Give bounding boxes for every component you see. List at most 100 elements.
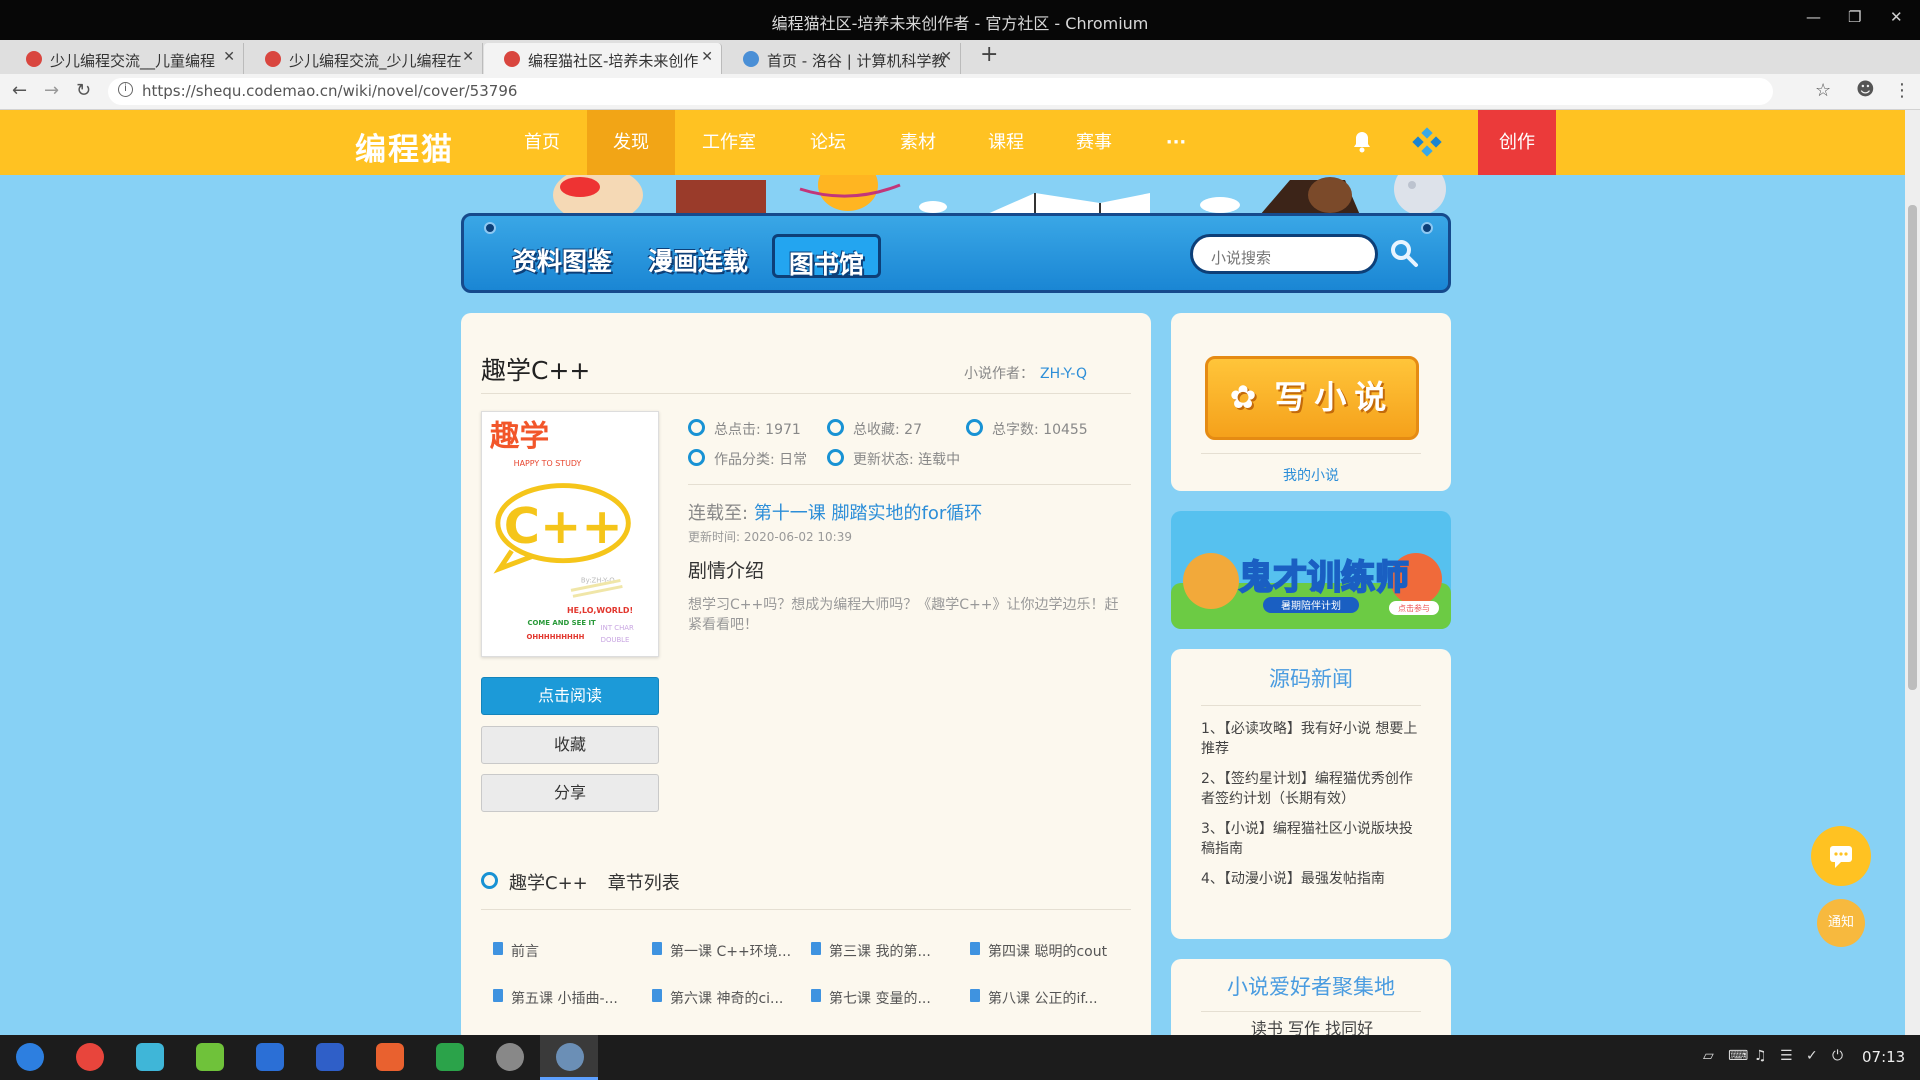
wps-writer-icon[interactable] bbox=[316, 1043, 344, 1071]
chapter-link[interactable]: 第七课 变量的... bbox=[811, 988, 931, 1008]
new-tab-icon[interactable]: + bbox=[980, 42, 998, 67]
browser-tab-1[interactable]: 少儿编程交流__儿童编程 ✕ bbox=[6, 43, 244, 74]
divider bbox=[1201, 1011, 1421, 1012]
nav-forum[interactable]: 论坛 bbox=[790, 110, 866, 175]
minimize-icon[interactable]: — bbox=[1806, 8, 1821, 26]
nav-more[interactable]: ··· bbox=[1148, 110, 1204, 175]
novel-detail-panel: 趣学C++ 小说作者： ZH-Y-Q 趣学 HAPPY TO STUDY C++ … bbox=[461, 313, 1151, 1035]
browser-tab-2[interactable]: 少儿编程交流_少儿编程在 ✕ bbox=[245, 43, 483, 74]
search-icon[interactable] bbox=[1389, 238, 1419, 268]
tab-close-icon[interactable]: ✕ bbox=[462, 49, 474, 65]
tab-close-icon[interactable]: ✕ bbox=[701, 49, 713, 65]
notify-fab[interactable]: 通知 bbox=[1817, 899, 1865, 947]
news-item[interactable]: 2、【签约星计划】编程猫优秀创作者签约计划（长期有效） bbox=[1201, 769, 1423, 809]
create-button[interactable]: 创作 bbox=[1478, 110, 1556, 175]
forward-icon[interactable]: → bbox=[44, 80, 59, 101]
collect-button[interactable]: 收藏 bbox=[481, 726, 659, 764]
account-icon[interactable]: ☻ bbox=[1856, 79, 1875, 100]
screen-recorder-icon[interactable] bbox=[76, 1043, 104, 1071]
tab-close-icon[interactable]: ✕ bbox=[223, 49, 235, 65]
nav-material[interactable]: 素材 bbox=[880, 110, 956, 175]
read-button[interactable]: 点击阅读 bbox=[481, 677, 659, 715]
app-store-icon[interactable] bbox=[136, 1043, 164, 1071]
novel-cover[interactable]: 趣学 HAPPY TO STUDY C++ By:ZH-Y-Q HE,LO,WO… bbox=[481, 411, 659, 657]
codemao-favicon-icon bbox=[26, 51, 42, 67]
share-button[interactable]: 分享 bbox=[481, 774, 659, 812]
launcher-icon[interactable] bbox=[16, 1043, 44, 1071]
cover-title-text: 趣学 bbox=[490, 418, 549, 453]
browser-tab-3-active[interactable]: 编程猫社区-培养未来创作 ✕ bbox=[484, 43, 722, 74]
news-item[interactable]: 3、【小说】编程猫社区小说版块投稿指南 bbox=[1201, 819, 1423, 859]
wps-spreadsheet-icon[interactable] bbox=[436, 1043, 464, 1071]
bookmark-star-icon[interactable]: ☆ bbox=[1815, 80, 1831, 101]
keyboard-icon[interactable]: ⌨ bbox=[1728, 1048, 1748, 1064]
news-item[interactable]: 4、【动漫小说】最强发帖指南 bbox=[1201, 869, 1423, 889]
latest-chapter-link[interactable]: 第十一课 脚踏实地的for循环 bbox=[754, 503, 982, 524]
chromium-icon[interactable] bbox=[556, 1043, 584, 1071]
author-label: 小说作者： bbox=[964, 366, 1034, 382]
video-player-icon[interactable] bbox=[256, 1043, 284, 1071]
chapter-book-name: 趣学C++ bbox=[509, 873, 588, 894]
power-icon[interactable]: ⏻ bbox=[1832, 1048, 1843, 1064]
menu-kebab-icon[interactable]: ⋮ bbox=[1893, 80, 1911, 101]
site-logo[interactable]: 编程猫 bbox=[355, 124, 454, 169]
tab-comics[interactable]: 漫画连载 bbox=[634, 234, 762, 278]
nav-home[interactable]: 首页 bbox=[508, 110, 576, 175]
tab-library[interactable]: 图书馆 bbox=[772, 234, 882, 279]
chapter-link[interactable]: 第一课 C++环境... bbox=[652, 941, 791, 961]
notification-bell-icon[interactable] bbox=[1352, 131, 1372, 153]
author-link[interactable]: ZH-Y-Q bbox=[1040, 366, 1087, 382]
chat-fab[interactable] bbox=[1811, 826, 1871, 886]
settings-gear-icon[interactable] bbox=[496, 1043, 524, 1071]
restore-icon[interactable]: ❐ bbox=[1848, 8, 1861, 26]
back-icon[interactable]: ← bbox=[12, 80, 27, 101]
wps-presentation-icon[interactable] bbox=[376, 1043, 404, 1071]
network-icon[interactable]: ✓ bbox=[1806, 1048, 1818, 1064]
my-novel-link[interactable]: 我的小说 bbox=[1171, 465, 1451, 485]
tab-close-icon[interactable]: ✕ bbox=[940, 49, 952, 65]
write-novel-card: ✿ 写小说 我的小说 bbox=[1171, 313, 1451, 491]
page-viewport: 编程猫 首页 发现 工作室 论坛 素材 课程 赛事 ··· 创作 资料图鉴 漫画… bbox=[0, 110, 1905, 1035]
tab-encyclopedia[interactable]: 资料图鉴 bbox=[498, 234, 626, 278]
browser-tab-4[interactable]: 首页 - 洛谷 | 计算机科学教 ✕ bbox=[723, 43, 961, 74]
tab-title: 少儿编程交流__儿童编程 bbox=[50, 52, 216, 70]
divider bbox=[481, 393, 1131, 394]
chapter-link[interactable]: 第五课 小插曲-... bbox=[493, 988, 618, 1008]
chapter-link[interactable]: 第三课 我的第... bbox=[811, 941, 931, 961]
news-title: 源码新闻 bbox=[1269, 667, 1353, 691]
plot-text: 想学习C++吗？想成为编程大师吗？《趣学C++》让你边学边乐！赶紧看看吧！ bbox=[688, 597, 1119, 633]
nav-discover[interactable]: 发现 bbox=[587, 110, 675, 175]
scrollbar-thumb[interactable] bbox=[1908, 205, 1917, 690]
close-window-icon[interactable]: ✕ bbox=[1890, 8, 1903, 26]
news-item[interactable]: 1、【必读攻略】我有好小说 想要上推荐 bbox=[1201, 719, 1423, 759]
user-avatar-icon[interactable] bbox=[1412, 127, 1442, 157]
divider bbox=[1201, 453, 1421, 454]
volume-icon[interactable]: ♫ bbox=[1754, 1048, 1767, 1064]
fans-title: 小说爱好者聚集地 bbox=[1227, 975, 1395, 999]
nav-course[interactable]: 课程 bbox=[968, 110, 1044, 175]
wifi-icon[interactable]: ☰ bbox=[1780, 1048, 1793, 1064]
chapter-link[interactable]: 前言 bbox=[493, 941, 539, 961]
chapter-link[interactable]: 第六课 神奇的ci... bbox=[652, 988, 783, 1008]
fans-links[interactable]: 读书 写作 找同好 bbox=[1201, 1019, 1423, 1035]
bluetooth-icon[interactable]: ▱ bbox=[1703, 1048, 1714, 1064]
divider bbox=[481, 909, 1131, 910]
reload-icon[interactable]: ↻ bbox=[76, 80, 91, 101]
novel-search-input[interactable] bbox=[1190, 234, 1378, 274]
url-field[interactable]: i https://shequ.codemao.cn/wiki/novel/co… bbox=[108, 78, 1773, 105]
nav-studio[interactable]: 工作室 bbox=[690, 110, 768, 175]
site-info-icon[interactable]: i bbox=[118, 82, 133, 97]
cover-come-text: COME AND SEE IT bbox=[527, 619, 596, 627]
tab-title: 编程猫社区-培养未来创作 bbox=[528, 52, 699, 70]
chapter-link[interactable]: 第八课 公正的if... bbox=[970, 988, 1098, 1008]
url-text: https://shequ.codemao.cn/wiki/novel/cove… bbox=[142, 82, 518, 100]
page-scrollbar[interactable] bbox=[1905, 110, 1920, 1035]
chapter-link[interactable]: 第四课 聪明的cout bbox=[970, 941, 1107, 961]
serial-label: 连载至: bbox=[688, 503, 749, 524]
chat-icon bbox=[1830, 846, 1852, 868]
music-player-icon[interactable] bbox=[196, 1043, 224, 1071]
training-camp-banner[interactable]: 鬼才训练师 暑期陪伴计划 点击参与 bbox=[1171, 511, 1451, 629]
nav-contest[interactable]: 赛事 bbox=[1056, 110, 1132, 175]
stat-word-count: 总字数: 10455 bbox=[966, 419, 1088, 439]
write-novel-button[interactable]: ✿ 写小说 bbox=[1205, 356, 1419, 440]
